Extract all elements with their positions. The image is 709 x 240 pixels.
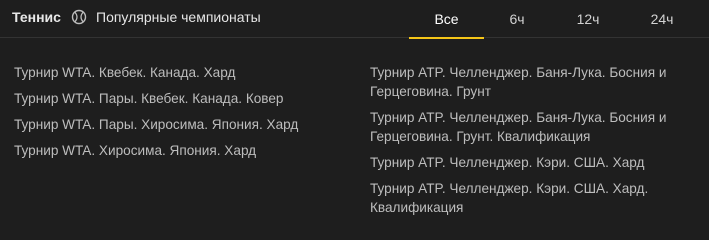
section-title: Популярные чемпионаты (96, 9, 261, 25)
tab-6h-label: 6ч (509, 11, 525, 27)
sport-title[interactable]: Теннис (12, 9, 61, 25)
tab-12h[interactable]: 12ч (552, 0, 624, 38)
tournament-link[interactable]: Турнир ATP. Челленджер. Кэри. США. Хард.… (370, 179, 700, 217)
tournament-link[interactable]: Турнир WTA. Пары. Хиросима. Япония. Хард (14, 115, 354, 134)
tournament-link[interactable]: Турнир ATP. Челленджер. Баня-Лука. Босни… (370, 108, 700, 146)
tab-12h-label: 12ч (576, 11, 600, 27)
tournament-list-left: Турнир WTA. Квебек. Канада. Хард Турнир … (14, 63, 354, 160)
header-bar: Теннис Популярные чемпионаты Все 6ч 12ч … (0, 0, 709, 39)
tab-24h[interactable]: 24ч (626, 0, 698, 38)
tennis-ball-icon (71, 9, 87, 25)
tournament-link[interactable]: Турнир WTA. Пары. Квебек. Канада. Ковер (14, 89, 354, 108)
tournament-list-right: Турнир ATP. Челленджер. Баня-Лука. Босни… (370, 63, 700, 217)
active-tab-indicator (409, 37, 484, 39)
tab-24h-label: 24ч (650, 11, 674, 27)
tournament-link[interactable]: Турнир ATP. Челленджер. Кэри. США. Хард (370, 153, 700, 172)
tournament-link[interactable]: Турнир WTA. Хиросима. Япония. Хард (14, 141, 354, 160)
tab-6h[interactable]: 6ч (484, 0, 550, 38)
tournament-link[interactable]: Турнир ATP. Челленджер. Баня-Лука. Босни… (370, 63, 700, 101)
tab-all[interactable]: Все (409, 0, 484, 39)
tournament-link[interactable]: Турнир WTA. Квебек. Канада. Хард (14, 63, 354, 82)
tab-all-label: Все (434, 11, 459, 27)
